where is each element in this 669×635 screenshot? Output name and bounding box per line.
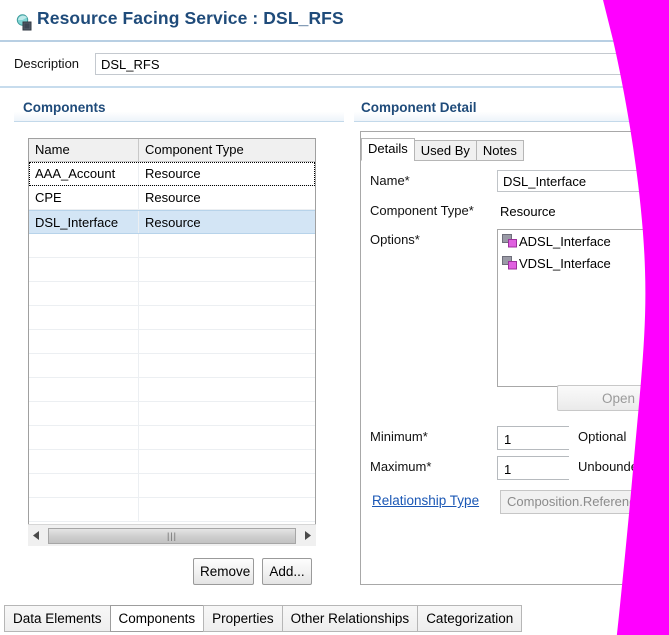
relationship-type-value: Composition.Reference xyxy=(500,490,669,514)
table-row-empty[interactable] xyxy=(29,330,315,354)
scrollbar-grip: ||| xyxy=(166,530,177,541)
add-button[interactable]: Add... xyxy=(262,558,312,585)
table-row[interactable]: CPE Resource xyxy=(29,186,315,210)
tab-notes[interactable]: Notes xyxy=(475,140,524,161)
cell-component-type: Resource xyxy=(145,215,201,230)
component-option-icon xyxy=(502,256,518,270)
scroll-left-arrow-icon[interactable] xyxy=(28,525,46,546)
cell-name: DSL_Interface xyxy=(29,211,139,233)
table-header-row: Name Component Type xyxy=(29,139,315,162)
maximum-label: Maximum* xyxy=(370,459,432,474)
table-row-empty[interactable] xyxy=(29,474,315,498)
table-row-empty[interactable] xyxy=(29,378,315,402)
tab-properties[interactable]: Properties xyxy=(203,605,283,632)
table-row-empty[interactable] xyxy=(29,450,315,474)
cell-component-type: Resource xyxy=(145,166,201,181)
maximum-caption: Unbounded xyxy=(578,459,646,474)
cell-name: CPE xyxy=(29,186,139,209)
optional-checkbox[interactable] xyxy=(647,431,661,445)
service-component-icon xyxy=(16,14,33,31)
description-input[interactable] xyxy=(95,53,669,75)
component-detail-tab-strip: Details Used By Notes xyxy=(361,137,524,161)
editor-bottom-tab-bar: Data Elements Components Properties Othe… xyxy=(0,605,669,635)
cell-component-type: Resource xyxy=(145,190,201,205)
description-label: Description xyxy=(14,56,80,71)
components-table[interactable]: Name Component Type AAA_Account Resource… xyxy=(28,138,316,546)
tab-categorization[interactable]: Categorization xyxy=(417,605,523,632)
description-divider xyxy=(0,86,669,88)
table-row-empty[interactable] xyxy=(29,426,315,450)
tab-details[interactable]: Details xyxy=(361,138,415,161)
tab-other-relationships[interactable]: Other Relationships xyxy=(281,605,419,632)
name-label: Name* xyxy=(370,173,410,188)
components-horizontal-scrollbar[interactable]: ||| xyxy=(28,524,316,546)
component-type-label: Component Type* xyxy=(370,203,474,218)
page-title: Resource Facing Service : DSL_RFS xyxy=(37,8,344,28)
editor-title-bar: Resource Facing Service : DSL_RFS xyxy=(0,0,669,40)
table-row-empty[interactable] xyxy=(29,402,315,426)
tab-used-by[interactable]: Used By xyxy=(413,140,477,161)
list-item[interactable]: ADSL_Interface xyxy=(498,230,669,252)
options-list[interactable]: ADSL_Interface VDSL_Interface xyxy=(497,229,669,387)
description-row: Description xyxy=(0,42,669,86)
component-type-input[interactable] xyxy=(497,200,669,222)
table-row-empty[interactable] xyxy=(29,498,315,522)
table-row[interactable]: AAA_Account Resource xyxy=(29,162,315,186)
minimum-caption: Optional xyxy=(578,429,627,444)
component-option-icon xyxy=(502,234,518,248)
table-row-empty[interactable] xyxy=(29,282,315,306)
list-item-label: VDSL_Interface xyxy=(519,255,611,271)
scroll-right-arrow-icon[interactable] xyxy=(298,525,316,546)
options-label: Options* xyxy=(370,232,420,247)
list-item-label: ADSL_Interface xyxy=(519,233,611,249)
cell-name: AAA_Account xyxy=(29,162,139,185)
table-row-selected[interactable]: DSL_Interface Resource xyxy=(29,210,315,234)
minimum-label: Minimum* xyxy=(370,429,428,444)
table-row-empty[interactable] xyxy=(29,306,315,330)
tab-data-elements[interactable]: Data Elements xyxy=(4,605,111,632)
column-header-component-type: Component Type xyxy=(145,142,244,157)
table-row-empty[interactable] xyxy=(29,234,315,258)
minimum-stepper[interactable] xyxy=(497,426,669,450)
relationship-type-link[interactable]: Relationship Type xyxy=(372,493,479,508)
open-button[interactable]: Open xyxy=(557,385,643,411)
table-row-empty[interactable] xyxy=(29,354,315,378)
scrollbar-thumb[interactable]: ||| xyxy=(48,527,296,544)
table-row-empty[interactable] xyxy=(29,258,315,282)
name-input[interactable] xyxy=(497,170,669,192)
column-header-name: Name xyxy=(29,139,139,161)
component-detail-section-title: Component Detail xyxy=(361,100,477,115)
tab-components[interactable]: Components xyxy=(109,605,205,632)
components-section-title: Components xyxy=(23,100,106,115)
unbounded-checkbox[interactable] xyxy=(657,461,669,475)
maximum-stepper[interactable] xyxy=(497,456,669,480)
list-item[interactable]: VDSL_Interface xyxy=(498,252,669,274)
remove-button[interactable]: Remove xyxy=(193,558,254,585)
